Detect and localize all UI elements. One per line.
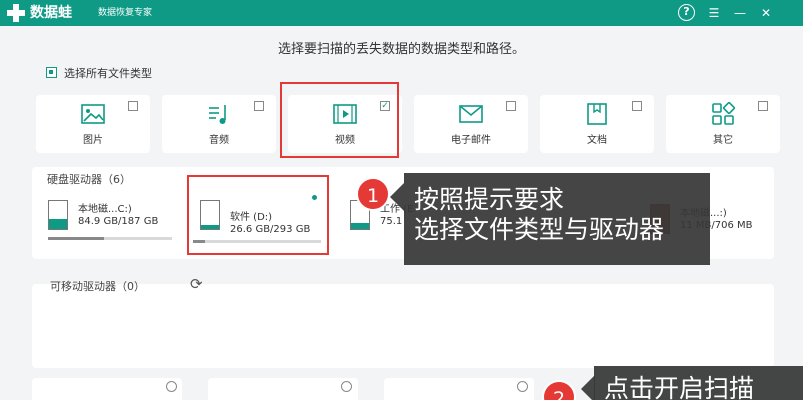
bottom-card-2-radio[interactable] [341, 381, 352, 392]
minimize-button[interactable]: — [730, 3, 750, 23]
highlight-box-video [280, 82, 399, 158]
email-icon [459, 105, 483, 123]
callout-2-line-1: 点击开启扫描 [604, 374, 755, 400]
bottom-card-1-radio[interactable] [166, 381, 177, 392]
menu-icon[interactable]: ☰ [704, 3, 724, 23]
file-type-checkbox[interactable] [128, 101, 138, 111]
callout-1-arrow [390, 183, 404, 211]
callout-2-arrow [581, 375, 595, 400]
callout-1-number: 1 [356, 177, 390, 211]
drive-c-usage-bar [48, 237, 172, 240]
app-subtitle: 数据恢复专家 [98, 8, 153, 18]
bottom-card-3-radio[interactable] [517, 381, 528, 392]
close-button[interactable]: ✕ [756, 3, 776, 23]
file-type-card-audio[interactable]: 音频 [162, 95, 276, 153]
drive-size: 75.1 [380, 216, 403, 227]
image-icon [81, 104, 105, 124]
document-icon [587, 103, 607, 125]
help-icon[interactable]: ? [678, 4, 695, 21]
callout-2-number: 2 [542, 380, 576, 400]
callout-1-line-2: 选择文件类型与驱动器 [414, 215, 665, 244]
bottom-card-3[interactable] [384, 378, 534, 400]
hard-drive-section-title: 硬盘驱动器（6） [47, 173, 131, 186]
file-type-checkbox[interactable] [632, 101, 642, 111]
app-logo-icon [7, 4, 25, 22]
app-name: 数据蛙 [30, 5, 72, 21]
drive-name: 本地磁...C:) [78, 204, 132, 215]
file-type-card-other[interactable]: 其它 [666, 95, 780, 153]
bottom-card-2[interactable] [208, 378, 358, 400]
callout-1-line-1: 按照提示要求 [414, 185, 565, 214]
file-type-label: 电子邮件 [451, 135, 491, 146]
title-bar: 数据蛙 数据恢复专家 ? ☰ — ✕ [0, 0, 803, 26]
refresh-icon[interactable]: ⟳ [190, 277, 203, 292]
other-icon [712, 101, 736, 125]
highlight-box-drive-d [187, 175, 329, 255]
removable-section-title: 可移动驱动器（0） [50, 280, 145, 293]
drive-c[interactable]: 本地磁...C:) 84.9 GB/187 GB [48, 196, 188, 252]
bottom-card-1[interactable] [32, 378, 182, 400]
select-all-checkbox[interactable]: 选择所有文件类型 [46, 67, 152, 81]
drive-icon [48, 200, 68, 230]
callout-1: 1 按照提示要求 选择文件类型与驱动器 [356, 173, 710, 265]
file-type-card-document[interactable]: 文档 [540, 95, 654, 153]
select-all-label: 选择所有文件类型 [64, 67, 152, 80]
file-type-label: 其它 [713, 135, 733, 146]
file-type-checkbox[interactable] [254, 101, 264, 111]
callout-2: 2 点击开启扫描 [542, 366, 803, 400]
page-heading: 选择要扫描的丢失数据的数据类型和路径。 [277, 42, 525, 57]
removable-drive-panel [32, 284, 774, 368]
file-type-card-email[interactable]: 电子邮件 [414, 95, 528, 153]
file-type-label: 音频 [209, 135, 229, 146]
select-all-box[interactable] [46, 67, 57, 78]
file-type-checkbox[interactable] [506, 101, 516, 111]
file-type-card-image[interactable]: 图片 [36, 95, 150, 153]
file-type-label: 图片 [83, 135, 103, 146]
file-type-checkbox[interactable] [758, 101, 768, 111]
music-icon [209, 105, 226, 124]
drive-size: 84.9 GB/187 GB [78, 216, 159, 227]
file-type-label: 文档 [587, 135, 607, 146]
